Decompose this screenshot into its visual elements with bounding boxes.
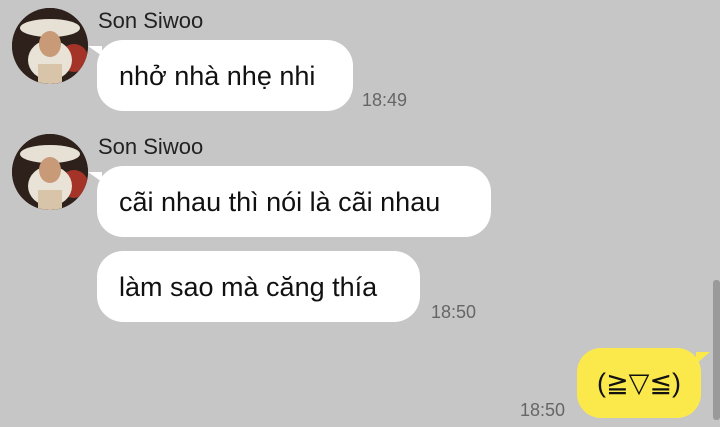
sender-name: Son Siwoo xyxy=(98,8,204,33)
avatar[interactable] xyxy=(12,134,88,210)
scrollbar[interactable] xyxy=(713,280,720,420)
sender-name: Son Siwoo xyxy=(98,134,204,159)
message-timestamp: 18:49 xyxy=(362,90,408,110)
message-text: cãi nhau thì nói là cãi nhau xyxy=(119,186,441,217)
message-timestamp: 18:50 xyxy=(431,302,477,322)
message-bubble[interactable]: làm sao mà căng thía xyxy=(97,251,420,322)
avatar[interactable] xyxy=(12,8,88,84)
message-text: làm sao mà căng thía xyxy=(119,271,378,302)
my-message-timestamp: 18:50 xyxy=(520,400,566,420)
message-bubble[interactable]: nhở nhà nhẹ nhi xyxy=(88,40,353,111)
my-message-bubble[interactable]: (≧▽≦) xyxy=(577,348,710,418)
message-bubble[interactable]: cãi nhau thì nói là cãi nhau xyxy=(88,166,491,237)
message-text: nhở nhà nhẹ nhi xyxy=(119,60,316,91)
my-message-text: (≧▽≦) xyxy=(597,368,681,398)
